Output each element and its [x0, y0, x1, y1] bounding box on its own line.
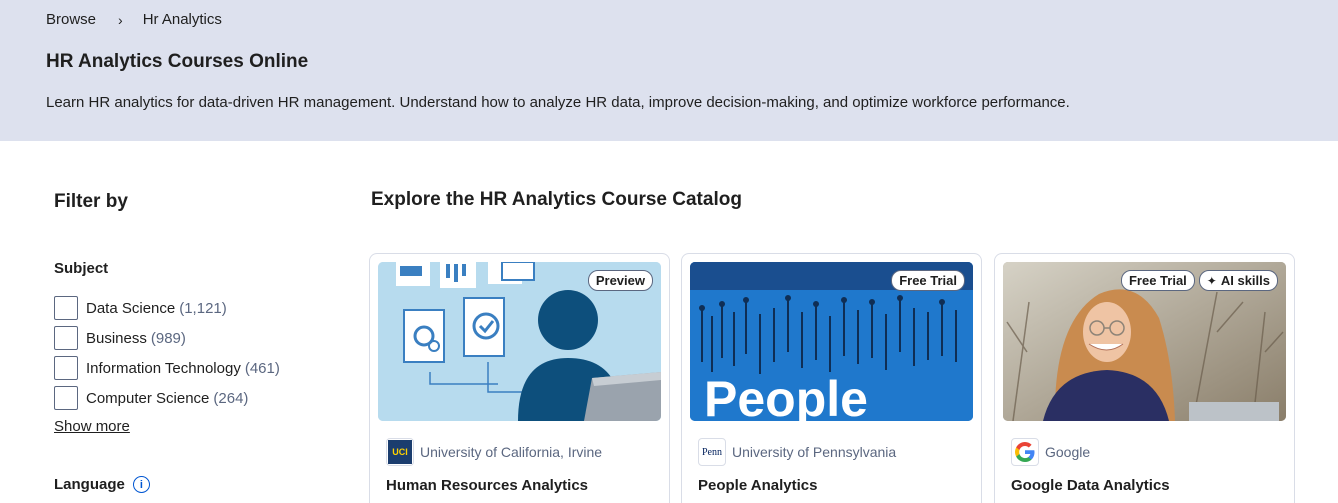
subject-filter-list: Data Science (1,121) Business (989) Info…: [54, 293, 280, 413]
page-hero: Browse › Hr Analytics HR Analytics Cours…: [0, 0, 1338, 141]
page-title: HR Analytics Courses Online: [46, 51, 309, 72]
breadcrumb-hr-analytics[interactable]: Hr Analytics: [143, 11, 222, 28]
filter-option-count: (264): [213, 389, 249, 407]
course-card-human-resources-analytics[interactable]: Preview UCI University of California, Ir…: [369, 253, 670, 503]
filter-option-data-science[interactable]: Data Science (1,121): [54, 293, 280, 323]
catalog-heading: Explore the HR Analytics Course Catalog: [371, 189, 742, 210]
filter-option-label: Data Science: [86, 299, 176, 317]
penn-logo-text: Penn: [702, 446, 722, 458]
checkbox[interactable]: [54, 386, 78, 410]
filter-option-count: (1,121): [179, 299, 227, 317]
free-trial-badge: Free Trial: [891, 270, 965, 291]
subject-filter-heading: Subject: [54, 260, 109, 277]
chevron-right-icon: ›: [118, 11, 123, 28]
breadcrumb-browse[interactable]: Browse: [46, 11, 96, 28]
image-lettering: People: [704, 371, 868, 421]
course-card-people-analytics[interactable]: People Free Trial Penn University of Pen…: [681, 253, 982, 503]
filter-option-label: Computer Science: [86, 389, 210, 407]
filter-option-computer-science[interactable]: Computer Science (264): [54, 383, 280, 413]
checkbox[interactable]: [54, 326, 78, 350]
filter-option-label: Information Technology: [86, 359, 241, 377]
page-description: Learn HR analytics for data-driven HR ma…: [46, 94, 1070, 111]
course-title[interactable]: Google Data Analytics: [1011, 477, 1170, 494]
filter-option-information-technology[interactable]: Information Technology (461): [54, 353, 280, 383]
filter-option-count: (989): [150, 329, 186, 347]
checkbox[interactable]: [54, 356, 78, 380]
uci-logo-icon: UCI: [386, 438, 414, 466]
badge-group: Free Trial: [891, 270, 965, 291]
badge-group: Free Trial ✦ AI skills: [1120, 270, 1278, 291]
partner-info: Penn University of Pennsylvania: [698, 438, 896, 466]
uci-logo-text: UCI: [388, 440, 412, 464]
partner-name: University of Pennsylvania: [732, 444, 897, 460]
partner-name: University of California, Irvine: [420, 444, 603, 460]
partner-name: Google: [1045, 444, 1091, 460]
partner-info: UCI University of California, Irvine: [386, 438, 602, 466]
checkbox[interactable]: [54, 296, 78, 320]
filter-by-heading: Filter by: [54, 191, 128, 212]
language-label: Language: [54, 476, 125, 493]
partner-info: Google: [1011, 438, 1090, 466]
google-g-icon: [1015, 442, 1035, 462]
breadcrumb: Browse › Hr Analytics: [46, 11, 222, 28]
course-title[interactable]: Human Resources Analytics: [386, 477, 588, 494]
filter-option-count: (461): [244, 359, 280, 377]
ai-skills-badge: ✦ AI skills: [1198, 270, 1278, 291]
penn-logo-icon: Penn: [698, 438, 726, 466]
free-trial-badge: Free Trial: [1120, 270, 1195, 291]
show-more-link[interactable]: Show more: [54, 418, 130, 435]
filter-option-business[interactable]: Business (989): [54, 323, 280, 353]
course-title[interactable]: People Analytics: [698, 477, 818, 494]
badge-group: Preview: [587, 270, 653, 291]
filter-option-label: Business: [86, 329, 147, 347]
google-logo-icon: [1011, 438, 1039, 466]
info-icon[interactable]: i: [132, 476, 150, 493]
preview-badge: Preview: [587, 270, 653, 291]
ai-skills-label: AI skills: [1220, 273, 1270, 288]
language-filter-heading: Language i: [54, 476, 150, 493]
sparkle-icon: ✦: [1206, 273, 1217, 288]
course-card-google-data-analytics[interactable]: Free Trial ✦ AI skills Google Google Dat…: [994, 253, 1295, 503]
